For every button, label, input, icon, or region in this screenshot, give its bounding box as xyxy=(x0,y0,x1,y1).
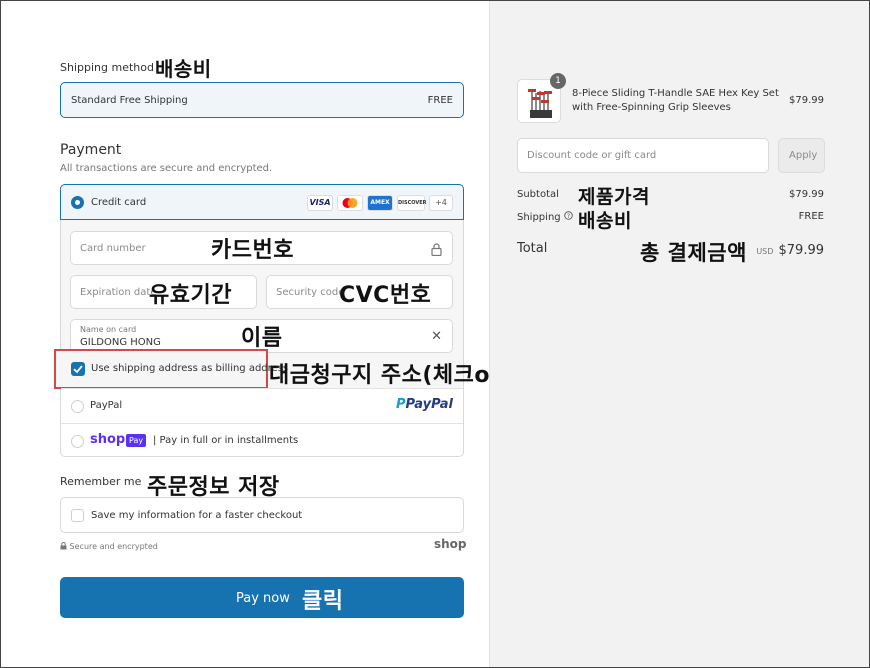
shoppay-label: | Pay in full or in installments xyxy=(153,435,299,446)
apply-label: Apply xyxy=(789,150,818,161)
pay-now-label: Pay now xyxy=(236,591,290,606)
apply-button[interactable]: Apply xyxy=(778,138,825,173)
billing-checkbox[interactable] xyxy=(71,362,85,376)
shoppay-radio[interactable] xyxy=(71,435,84,448)
paypal-logo: PPayPal xyxy=(396,397,453,412)
more-cards-badge: +4 xyxy=(429,195,453,211)
quantity-badge: 1 xyxy=(550,73,566,89)
billing-annotation: 대금청구지 주소(체크o) xyxy=(269,363,501,388)
remember-me-box: Save my information for a faster checkou… xyxy=(60,497,464,533)
paypal-logo-text: PayPal xyxy=(405,397,453,412)
expiration-placeholder: Expiration date xyxy=(80,287,157,298)
shipping-option[interactable]: Standard Free Shipping FREE xyxy=(60,82,464,118)
shipping-option-price: FREE xyxy=(427,95,453,106)
pay-now-button[interactable]: Pay now xyxy=(60,577,464,618)
shoppay-badge: Pay xyxy=(126,434,147,447)
subtotal-value: $79.99 xyxy=(789,189,824,200)
order-summary: 1 8-Piece Sliding T-Handle SAE Hex Key S… xyxy=(489,1,869,667)
payment-subtitle: All transactions are secure and encrypte… xyxy=(60,163,273,174)
shoppay-option[interactable]: shop Pay | Pay in full or in installment… xyxy=(61,423,463,457)
expiration-annotation: 유효기간 xyxy=(149,283,232,308)
paypal-label: PayPal xyxy=(90,400,123,411)
discount-placeholder: Discount code or gift card xyxy=(527,150,657,161)
card-number-placeholder: Card number xyxy=(80,243,146,254)
remember-me-label: Remember me xyxy=(60,475,142,488)
paypal-radio[interactable] xyxy=(71,400,84,413)
payment-title: Payment xyxy=(60,142,122,158)
card-number-annotation: 카드번호 xyxy=(211,238,294,263)
help-icon[interactable]: ? xyxy=(564,211,573,220)
security-code-placeholder: Security code xyxy=(276,287,345,298)
total-value-group: USD $79.99 xyxy=(756,239,824,258)
shipping-label: Shipping xyxy=(517,212,561,223)
name-on-card-label: Name on card xyxy=(80,325,137,334)
check-icon xyxy=(73,365,83,374)
amex-icon: AMEX xyxy=(367,195,393,211)
name-annotation: 이름 xyxy=(241,326,283,351)
billing-checkbox-label: Use shipping address as billing address xyxy=(91,363,289,374)
secure-note: Secure and encrypted xyxy=(60,542,158,551)
total-value: $79.99 xyxy=(778,243,825,258)
credit-card-option[interactable]: Credit card VISA AMEX DISCOVER +4 xyxy=(60,184,464,220)
shipping-annotation: 배송비 xyxy=(155,57,212,81)
total-label: Total xyxy=(517,241,548,256)
discount-input[interactable]: Discount code or gift card xyxy=(517,138,769,173)
shipping-row-label: Shipping ? xyxy=(517,211,573,223)
total-annotation: 총 결제금액 xyxy=(640,241,747,265)
shipping-method-label: Shipping method xyxy=(60,61,154,74)
save-info-label: Save my information for a faster checkou… xyxy=(91,510,303,521)
name-on-card-value: GILDONG HONG xyxy=(80,337,161,348)
shoppay-logo: shop xyxy=(90,432,126,447)
shop-logo: shop xyxy=(434,537,467,551)
credit-card-radio[interactable] xyxy=(71,196,84,209)
svg-text:?: ? xyxy=(567,213,570,220)
secure-text: Secure and encrypted xyxy=(69,542,158,551)
pay-now-annotation: 클릭 xyxy=(302,589,344,614)
lock-icon xyxy=(431,241,442,260)
small-lock-icon xyxy=(60,542,67,550)
subtotal-annotation: 제품가격 xyxy=(578,186,650,208)
visa-icon: VISA xyxy=(307,195,333,211)
total-currency: USD xyxy=(756,247,774,256)
discover-icon: DISCOVER xyxy=(397,195,427,211)
shipping-summary-annotation: 배송비 xyxy=(578,210,632,232)
mastercard-icon xyxy=(337,195,363,211)
clear-icon[interactable]: ✕ xyxy=(431,330,442,343)
product-price: $79.99 xyxy=(789,95,824,106)
shipping-value: FREE xyxy=(798,211,824,222)
checkout-form: Shipping method 배송비 Standard Free Shippi… xyxy=(1,1,500,667)
subtotal-label: Subtotal xyxy=(517,189,559,200)
shipping-option-name: Standard Free Shipping xyxy=(71,95,188,106)
paypal-option[interactable]: PayPal PPayPal xyxy=(61,388,463,423)
product-name: 8-Piece Sliding T-Handle SAE Hex Key Set… xyxy=(572,88,779,113)
credit-card-label: Credit card xyxy=(91,197,147,208)
save-info-checkbox[interactable] xyxy=(71,509,84,522)
security-code-annotation: CVC번호 xyxy=(339,283,432,308)
